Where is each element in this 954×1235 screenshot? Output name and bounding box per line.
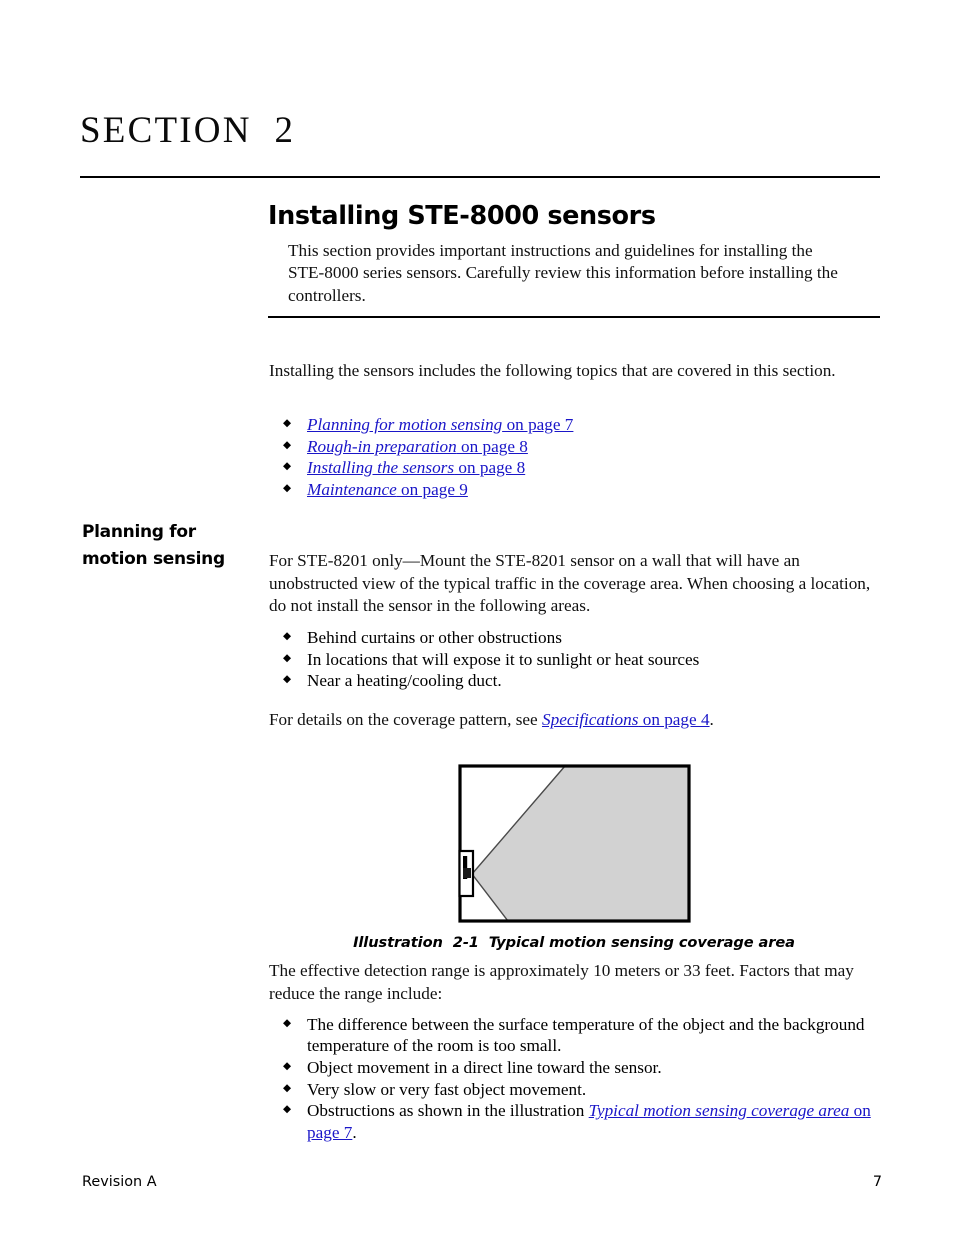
factor-lead-text: Obstructions as shown in the illustratio… xyxy=(307,1101,589,1121)
range-factor-list: The difference between the surface tempe… xyxy=(275,1013,880,1143)
list-item: Very slow or very fast object movement. xyxy=(275,1078,880,1100)
coverage-area-shape xyxy=(471,765,690,922)
list-item: Rough-in preparation on page 8 xyxy=(275,435,875,457)
factor-tail-text: . xyxy=(352,1122,357,1142)
link-title: Maintenance xyxy=(307,480,397,500)
title-abstract: This section provides important instruct… xyxy=(288,241,838,305)
link-title: Typical motion sensing coverage area xyxy=(588,1101,850,1121)
link-title: Installing the sensors xyxy=(307,458,455,478)
intro-paragraph: Installing the sensors includes the foll… xyxy=(269,361,836,380)
coverage-pattern-reference: For details on the coverage pattern, see… xyxy=(269,709,881,732)
sensor-emitter xyxy=(463,868,471,878)
list-item: Near a heating/cooling duct. xyxy=(275,669,875,691)
margin-heading-planning: Planning for motion sensing xyxy=(82,522,225,569)
avoid-location-list: Behind curtains or other obstructions In… xyxy=(275,626,875,692)
coverage-diagram-svg xyxy=(458,764,691,923)
document-page: SECTION 2 Installing STE-8000 sensors Th… xyxy=(0,0,954,1235)
detection-range-paragraph: The effective detection range is approxi… xyxy=(269,961,854,1003)
topic-link-rough-in[interactable]: Rough-in preparation on page 8 xyxy=(307,437,528,456)
planning-paragraph: For STE-8201 only—Mount the STE-8201 sen… xyxy=(269,551,871,616)
link-page-ref: on page 8 xyxy=(454,458,526,478)
list-item: The difference between the surface tempe… xyxy=(275,1013,880,1056)
list-item: Maintenance on page 9 xyxy=(275,478,875,500)
list-item: Object movement in a direct line toward … xyxy=(275,1056,880,1078)
link-title: Rough-in preparation xyxy=(307,436,457,456)
link-title: Specifications xyxy=(542,710,639,729)
topic-link-maintenance[interactable]: Maintenance on page 9 xyxy=(307,480,468,499)
list-item: In locations that will expose it to sunl… xyxy=(275,648,875,670)
reference-tail-text: . xyxy=(709,710,714,729)
title-divider-rule xyxy=(268,316,880,319)
list-item: Obstructions as shown in the illustratio… xyxy=(275,1099,880,1142)
link-page-ref: on page 7 xyxy=(502,415,574,434)
illustration-caption: Illustration 2-1 Typical motion sensing … xyxy=(353,934,795,951)
topic-link-installing[interactable]: Installing the sensors on page 8 xyxy=(307,458,525,477)
link-page-ref: on page 8 xyxy=(456,436,528,456)
motion-coverage-illustration xyxy=(458,764,691,923)
footer-revision: Revision A xyxy=(82,1174,157,1190)
link-page-ref: on page 9 xyxy=(396,480,468,500)
topic-link-list: Planning for motion sensing on page 7 Ro… xyxy=(275,413,875,501)
link-page-ref: on page 4 xyxy=(638,710,710,729)
list-item: Behind curtains or other obstructions xyxy=(275,626,875,648)
list-item: Planning for motion sensing on page 7 xyxy=(275,413,875,435)
specifications-link[interactable]: Specifications on page 4 xyxy=(542,710,710,729)
topic-link-planning[interactable]: Planning for motion sensing on page 7 xyxy=(307,415,573,434)
reference-lead-text: For details on the coverage pattern, see xyxy=(269,710,542,729)
page-title: Installing STE-8000 sensors xyxy=(268,201,656,231)
link-title: Planning for motion sensing xyxy=(307,415,503,434)
list-item: Installing the sensors on page 8 xyxy=(275,456,875,478)
section-header: SECTION 2 xyxy=(80,110,296,151)
header-divider-rule xyxy=(80,176,880,179)
footer-page-number: 7 xyxy=(872,1174,882,1190)
